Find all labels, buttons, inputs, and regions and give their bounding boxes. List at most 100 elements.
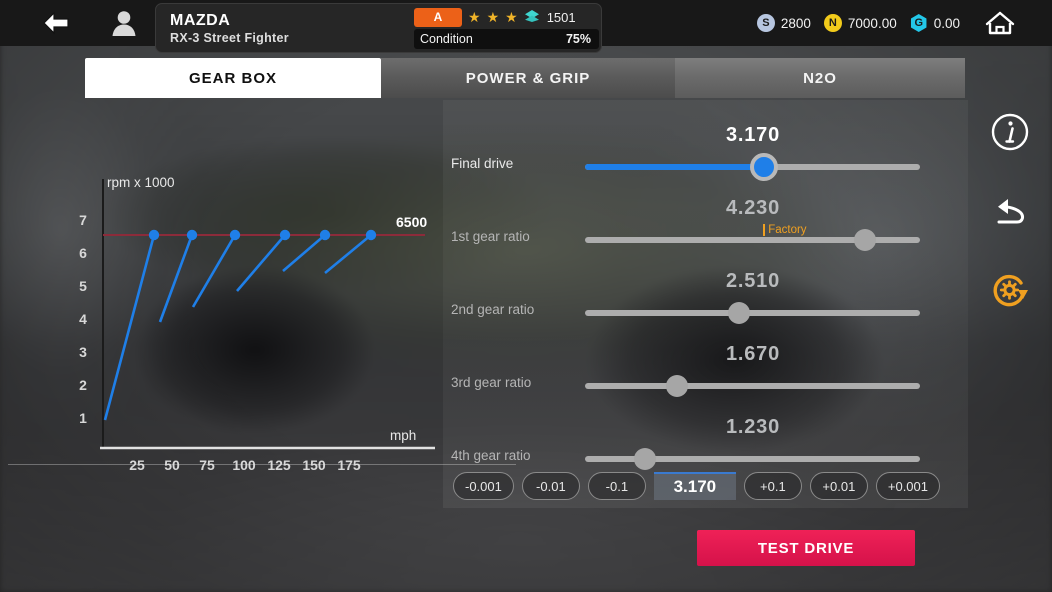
gear-1-label: 1st gear ratio bbox=[451, 229, 530, 244]
condition-value: 75% bbox=[565, 32, 591, 46]
xtick-100: 100 bbox=[232, 457, 256, 473]
gear-point-2 bbox=[186, 229, 198, 241]
test-drive-button[interactable]: TEST DRIVE bbox=[697, 530, 915, 566]
home-icon[interactable] bbox=[978, 0, 1022, 46]
slider-row-gear-3: 1.670 3rd gear ratio bbox=[443, 337, 968, 399]
gem-value: 0.00 bbox=[933, 15, 960, 31]
silver-coin-icon: S bbox=[756, 14, 775, 32]
currency-silver[interactable]: S 2800 bbox=[756, 14, 811, 32]
adjust-plus-0.001[interactable]: +0.001 bbox=[875, 472, 940, 500]
gear-2-value: 2.510 bbox=[725, 270, 781, 292]
ytick-2: 2 bbox=[79, 377, 87, 393]
ytick-5: 5 bbox=[79, 278, 87, 294]
gear-line-5 bbox=[282, 234, 326, 272]
tab-n2o[interactable]: N2O bbox=[675, 58, 965, 98]
ytick-7: 7 bbox=[79, 212, 87, 228]
tab-power-and-grip[interactable]: POWER & GRIP bbox=[381, 58, 675, 98]
gear-point-4 bbox=[279, 229, 291, 241]
gear-3-slider[interactable] bbox=[585, 375, 920, 397]
star-icon: ★ bbox=[486, 9, 500, 25]
gear-3-knob[interactable] bbox=[666, 375, 689, 397]
currency-display: S 2800 N 7000.00 G 0.00 bbox=[756, 0, 960, 46]
gear-line-1 bbox=[103, 234, 156, 421]
right-action-rail bbox=[986, 112, 1034, 310]
currency-gem[interactable]: G 0.00 bbox=[910, 14, 960, 32]
undo-arrow-icon[interactable] bbox=[989, 192, 1031, 230]
final-drive-slider[interactable]: Factory bbox=[585, 153, 920, 236]
adjust-current-value[interactable]: 3.170 bbox=[653, 472, 736, 500]
adjust-plus-0.01[interactable]: +0.01 bbox=[809, 472, 868, 500]
xtick-150: 150 bbox=[302, 457, 326, 473]
car-model: RX-3 Street Fighter bbox=[170, 30, 289, 45]
gear-1-knob[interactable] bbox=[853, 229, 876, 251]
final-drive-knob[interactable] bbox=[750, 153, 779, 181]
condition-label: Condition bbox=[420, 32, 473, 46]
gear-1-slider[interactable] bbox=[585, 229, 920, 251]
tuning-panel: 3.170 Final drive Factory 4.230 1st gear… bbox=[443, 100, 968, 508]
slider-row-gear-4: 1.230 4th gear ratio bbox=[443, 410, 968, 472]
xtick-175: 175 bbox=[337, 457, 361, 473]
car-stats: A ★ ★ ★ 1501 Condition 75% bbox=[414, 7, 599, 49]
car-make: MAZDA bbox=[170, 11, 231, 29]
star-icon: ★ bbox=[468, 9, 481, 25]
gear-4-knob[interactable] bbox=[633, 448, 656, 470]
final-drive-label: Final drive bbox=[451, 156, 514, 171]
gem-icon: G bbox=[910, 14, 927, 32]
avatar-icon[interactable] bbox=[98, 0, 150, 46]
chart-ylabel: rpm x 1000 bbox=[107, 175, 175, 190]
slider-row-final-drive: 3.170 Final drive Factory bbox=[443, 118, 968, 236]
class-badge: A bbox=[414, 7, 462, 27]
condition-bar: Condition 75% bbox=[414, 29, 599, 49]
gear-line-2 bbox=[158, 234, 194, 323]
gear-4-label: 4th gear ratio bbox=[451, 448, 531, 463]
gear-2-knob[interactable] bbox=[728, 302, 751, 324]
gear-point-6 bbox=[365, 229, 377, 241]
currency-gold[interactable]: N 7000.00 bbox=[823, 14, 897, 32]
xtick-75: 75 bbox=[199, 457, 215, 473]
car-names: MAZDA RX-3 Street Fighter bbox=[170, 12, 289, 45]
ytick-6: 6 bbox=[79, 245, 87, 261]
star-icon: ★ bbox=[505, 9, 518, 25]
back-arrow-icon[interactable] bbox=[30, 0, 82, 46]
redline-value-label: 6500 bbox=[396, 214, 428, 230]
xtick-125: 125 bbox=[267, 457, 291, 473]
adjust-minus-0.001[interactable]: -0.001 bbox=[453, 472, 514, 500]
tab-bar: GEAR BOX POWER & GRIP N2O bbox=[85, 58, 965, 98]
ytick-4: 4 bbox=[79, 311, 87, 327]
gear-point-3 bbox=[229, 229, 241, 241]
gear-line-3 bbox=[191, 234, 237, 308]
silver-value: 2800 bbox=[780, 15, 811, 31]
chart-gear-lines bbox=[103, 233, 372, 421]
slider-row-gear-1: 4.230 1st gear ratio bbox=[443, 191, 968, 253]
final-drive-value: 3.170 bbox=[725, 124, 781, 146]
gold-value: 7000.00 bbox=[847, 15, 897, 31]
gear-1-value: 4.230 bbox=[725, 197, 781, 219]
adjust-divider bbox=[8, 464, 516, 465]
adjust-minus-0.01[interactable]: -0.01 bbox=[521, 472, 580, 500]
gear-point-5 bbox=[319, 229, 331, 241]
gear-3-value: 1.670 bbox=[725, 343, 781, 365]
slider-row-gear-2: 2.510 2nd gear ratio bbox=[443, 264, 968, 326]
gear-3-label: 3rd gear ratio bbox=[451, 375, 532, 390]
final-drive-fill bbox=[585, 164, 765, 170]
car-rating-row: A ★ ★ ★ 1501 bbox=[414, 7, 599, 27]
gear-2-slider[interactable] bbox=[585, 302, 920, 324]
ytick-1: 1 bbox=[79, 410, 87, 426]
xtick-50: 50 bbox=[164, 457, 180, 473]
info-icon[interactable] bbox=[990, 112, 1030, 152]
chart-xlabel: mph bbox=[390, 428, 416, 443]
car-info-card[interactable]: MAZDA RX-3 Street Fighter A ★ ★ ★ 1501 C… bbox=[155, 3, 602, 53]
xtick-25: 25 bbox=[129, 457, 145, 473]
adjust-plus-0.1[interactable]: +0.1 bbox=[743, 472, 802, 500]
adjust-minus-0.1[interactable]: -0.1 bbox=[587, 472, 646, 500]
tab-gear-box[interactable]: GEAR BOX bbox=[85, 58, 381, 98]
gear-4-slider[interactable] bbox=[585, 448, 920, 470]
ytick-3: 3 bbox=[79, 344, 87, 360]
gear-point-1 bbox=[148, 229, 160, 241]
gear-2-label: 2nd gear ratio bbox=[451, 302, 535, 317]
crown-icon bbox=[524, 9, 540, 25]
gear-line-6 bbox=[324, 233, 372, 275]
reset-gear-icon[interactable] bbox=[988, 270, 1032, 310]
gear-4-value: 1.230 bbox=[725, 416, 781, 438]
gear-line-4 bbox=[236, 234, 286, 292]
